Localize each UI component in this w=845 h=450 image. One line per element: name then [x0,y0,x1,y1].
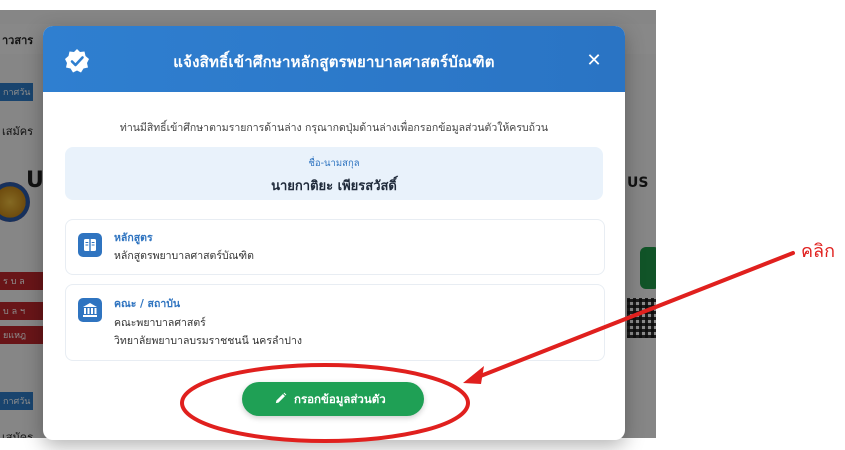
click-label: คลิก [801,241,835,262]
modal-header: แจ้งสิทธิ์เข้าศึกษาหลักสูตรพยาบาลศาสตร์บ… [43,26,625,92]
instruction-text: ท่านมีสิทธิ์เข้าศึกษาตามรายการด้านล่าง ก… [119,122,549,134]
fill-personal-info-label: กรอกข้อมูลส่วนตัว [294,392,386,406]
program-value: หลักสูตรพยาบาลศาสตร์บัณฑิต [114,250,254,262]
book-icon [78,233,102,257]
institution-icon [78,298,102,322]
institution-title: คณะ / สถาบัน [114,298,181,310]
faculty-value: คณะพยาบาลศาสตร์ [114,317,206,329]
student-name-panel: ชื่อ-นามสกุล นายกาติยะ เพียรสวัสดิ์ [65,147,603,200]
fill-personal-info-button[interactable]: กรอกข้อมูลส่วนตัว [242,382,424,416]
college-value: วิทยาลัยพยาบาลบรมราชชนนี นครลำปาง [114,335,302,347]
admission-notice-modal: แจ้งสิทธิ์เข้าศึกษาหลักสูตรพยาบาลศาสตร์บ… [43,26,625,440]
pencil-icon [275,392,287,404]
program-card: หลักสูตร หลักสูตรพยาบาลศาสตร์บัณฑิต [65,219,605,275]
program-title: หลักสูตร [114,232,153,244]
name-value: นายกาติยะ เพียรสวัสดิ์ [271,179,397,194]
institution-card: คณะ / สถาบัน คณะพยาบาลศาสตร์ วิทยาลัยพยา… [65,284,605,361]
close-button[interactable]: ✕ [585,52,603,70]
name-label: ชื่อ-นามสกุล [308,158,360,169]
modal-title: แจ้งสิทธิ์เข้าศึกษาหลักสูตรพยาบาลศาสตร์บ… [173,53,495,71]
